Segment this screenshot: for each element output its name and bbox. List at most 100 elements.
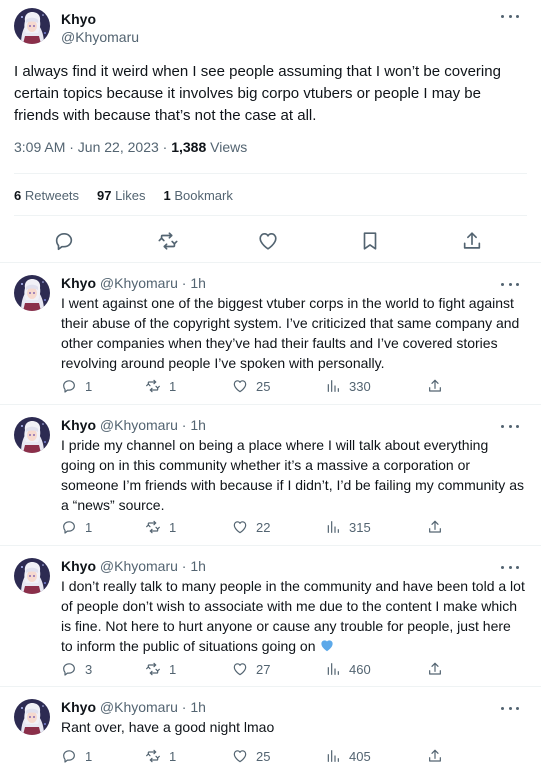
share-icon[interactable] bbox=[461, 230, 483, 252]
views-label: Views bbox=[206, 139, 248, 155]
reply-button[interactable]: 1 bbox=[61, 378, 92, 394]
reply-actions: 1 1 25 330 bbox=[61, 378, 441, 396]
author-handle[interactable]: @Khyomaru bbox=[100, 699, 178, 715]
views-icon bbox=[325, 748, 341, 764]
more-options-icon[interactable] bbox=[501, 562, 519, 572]
avatar[interactable] bbox=[14, 699, 50, 735]
reply-text-content: I don’t really talk to many people in th… bbox=[61, 578, 525, 654]
author-name[interactable]: Khyo bbox=[61, 275, 96, 291]
views-icon bbox=[325, 378, 341, 394]
more-options-icon[interactable] bbox=[501, 703, 519, 713]
reply-header: Khyo @Khyomaru · 1h bbox=[61, 699, 206, 715]
author-handle[interactable]: @Khyomaru bbox=[61, 29, 139, 45]
avatar[interactable] bbox=[14, 8, 50, 44]
more-options-icon[interactable] bbox=[501, 11, 519, 21]
retweet-button[interactable]: 1 bbox=[145, 661, 176, 677]
avatar[interactable] bbox=[14, 417, 50, 453]
bookmarks-count: 1 bbox=[163, 188, 171, 203]
author-name[interactable]: Khyo bbox=[61, 11, 96, 27]
reply-icon[interactable] bbox=[53, 230, 75, 252]
views-button[interactable]: 460 bbox=[325, 661, 371, 677]
retweet-icon[interactable] bbox=[157, 230, 179, 252]
more-options-icon[interactable] bbox=[501, 279, 519, 289]
like-button[interactable]: 25 bbox=[232, 748, 270, 764]
tweet-timestamp[interactable]: 3:09 AM · Jun 22, 2023 · bbox=[14, 139, 171, 155]
reply-text: I went against one of the biggest vtuber… bbox=[61, 295, 520, 371]
likes-count: 97 bbox=[97, 188, 112, 203]
tweet-meta: 3:09 AM · Jun 22, 2023 · 1,388 Views bbox=[14, 139, 247, 155]
avatar[interactable] bbox=[14, 275, 50, 311]
views-count: 1,388 bbox=[171, 139, 207, 155]
likes-label: Likes bbox=[111, 188, 146, 203]
author-name[interactable]: Khyo bbox=[61, 417, 96, 433]
retweets-stat[interactable]: 6 Retweets bbox=[14, 188, 79, 203]
reply-actions: 1 1 25 405 bbox=[61, 748, 441, 766]
retweet-icon bbox=[145, 748, 161, 764]
reply-icon bbox=[61, 661, 77, 677]
bookmark-icon[interactable] bbox=[359, 230, 381, 252]
like-count: 22 bbox=[256, 519, 271, 535]
divider bbox=[14, 173, 527, 174]
like-count: 25 bbox=[256, 378, 271, 394]
like-button[interactable]: 25 bbox=[232, 378, 270, 394]
reply-time[interactable]: · 1h bbox=[178, 417, 206, 433]
reply-text: I don’t really talk to many people in th… bbox=[61, 576, 526, 656]
reply-tweet[interactable]: Khyo @Khyomaru · 1h I went against one o… bbox=[0, 263, 541, 405]
author-handle[interactable]: @Khyomaru bbox=[100, 275, 178, 291]
like-button[interactable]: 27 bbox=[232, 661, 270, 677]
like-icon[interactable] bbox=[257, 230, 279, 252]
author-name[interactable]: Khyo bbox=[61, 558, 96, 574]
blue-heart-emoji bbox=[319, 638, 335, 653]
share-button[interactable] bbox=[427, 378, 443, 394]
reply-tweet[interactable]: Khyo @Khyomaru · 1h Rant over, have a go… bbox=[0, 687, 541, 780]
reply-button[interactable]: 3 bbox=[61, 661, 92, 677]
likes-stat[interactable]: 97 Likes bbox=[97, 188, 145, 203]
main-tweet: Khyo @Khyomaru I always find it weird wh… bbox=[0, 0, 541, 263]
reply-header: Khyo @Khyomaru · 1h bbox=[61, 275, 206, 291]
like-icon bbox=[232, 378, 248, 394]
retweet-icon bbox=[145, 378, 161, 394]
like-button[interactable]: 22 bbox=[232, 519, 270, 535]
share-button[interactable] bbox=[427, 519, 443, 535]
retweet-button[interactable]: 1 bbox=[145, 519, 176, 535]
tweet-stats: 6 Retweets 97 Likes 1 Bookmark bbox=[14, 188, 233, 203]
reply-tweet[interactable]: Khyo @Khyomaru · 1h I pride my channel o… bbox=[0, 405, 541, 546]
reply-time[interactable]: · 1h bbox=[178, 699, 206, 715]
share-button[interactable] bbox=[427, 661, 443, 677]
like-icon bbox=[232, 748, 248, 764]
author-handle[interactable]: @Khyomaru bbox=[100, 417, 178, 433]
author-name[interactable]: Khyo bbox=[61, 699, 96, 715]
reply-icon bbox=[61, 748, 77, 764]
reply-time[interactable]: · 1h bbox=[178, 558, 206, 574]
more-options-icon[interactable] bbox=[501, 421, 519, 431]
views-button[interactable]: 330 bbox=[325, 378, 371, 394]
reply-button[interactable]: 1 bbox=[61, 519, 92, 535]
reply-count: 1 bbox=[85, 378, 93, 394]
retweet-button[interactable]: 1 bbox=[145, 748, 176, 764]
views-button[interactable]: 315 bbox=[325, 519, 371, 535]
reply-button[interactable]: 1 bbox=[61, 748, 92, 764]
bookmarks-stat[interactable]: 1 Bookmark bbox=[163, 188, 232, 203]
reply-tweet[interactable]: Khyo @Khyomaru · 1h I don’t really talk … bbox=[0, 546, 541, 687]
reply-header: Khyo @Khyomaru · 1h bbox=[61, 417, 206, 433]
views-count: 405 bbox=[349, 748, 371, 764]
views-icon bbox=[325, 519, 341, 535]
retweet-button[interactable]: 1 bbox=[145, 378, 176, 394]
reply-count: 1 bbox=[85, 748, 93, 764]
share-icon bbox=[427, 748, 443, 764]
reply-header: Khyo @Khyomaru · 1h bbox=[61, 558, 206, 574]
like-count: 25 bbox=[256, 748, 271, 764]
reply-time[interactable]: · 1h bbox=[178, 275, 206, 291]
retweet-count: 1 bbox=[169, 661, 177, 677]
avatar[interactable] bbox=[14, 558, 50, 594]
views-button[interactable]: 405 bbox=[325, 748, 371, 764]
views-count: 330 bbox=[349, 378, 371, 394]
share-button[interactable] bbox=[427, 748, 443, 764]
like-count: 27 bbox=[256, 661, 271, 677]
reply-count: 3 bbox=[85, 661, 93, 677]
retweet-icon bbox=[145, 519, 161, 535]
reply-icon bbox=[61, 519, 77, 535]
author-handle[interactable]: @Khyomaru bbox=[100, 558, 178, 574]
views-count: 460 bbox=[349, 661, 371, 677]
share-icon bbox=[427, 378, 443, 394]
